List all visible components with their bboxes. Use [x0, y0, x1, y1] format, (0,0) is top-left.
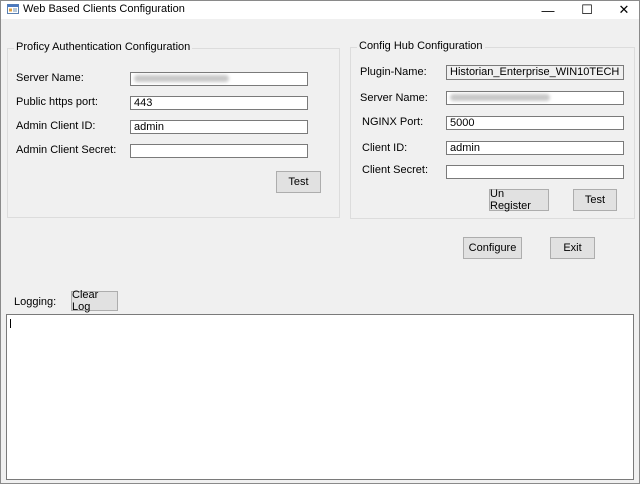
- logging-label: Logging:: [14, 296, 57, 308]
- admin-client-secret-input[interactable]: [130, 144, 308, 158]
- config-hub-group-title: Config Hub Configuration: [357, 40, 485, 52]
- text-caret: [10, 319, 11, 328]
- exit-button[interactable]: Exit: [550, 237, 595, 259]
- plugin-name-label: Plugin-Name:: [360, 66, 427, 78]
- title-bar[interactable]: Web Based Clients Configuration — ☐ ✕: [1, 1, 639, 19]
- configure-button[interactable]: Configure: [463, 237, 522, 259]
- main-window: Web Based Clients Configuration — ☐ ✕ Pr…: [0, 0, 640, 484]
- auth-test-button[interactable]: Test: [276, 171, 321, 193]
- https-port-input[interactable]: 443: [130, 96, 308, 110]
- server-name-redacted: [134, 75, 229, 82]
- log-textarea[interactable]: [6, 314, 634, 480]
- admin-client-id-label: Admin Client ID:: [16, 120, 96, 132]
- close-button[interactable]: ✕: [601, 1, 640, 19]
- hub-server-name-label: Server Name:: [360, 92, 428, 104]
- hub-client-secret-label: Client Secret:: [362, 164, 429, 176]
- hub-client-id-input[interactable]: admin: [446, 141, 624, 155]
- app-icon: [7, 3, 19, 15]
- hub-client-id-label: Client ID:: [362, 142, 408, 154]
- proficy-auth-group-title: Proficy Authentication Configuration: [14, 41, 193, 53]
- hub-test-button[interactable]: Test: [573, 189, 617, 211]
- nginx-port-input[interactable]: 5000: [446, 116, 624, 130]
- hub-client-secret-input[interactable]: [446, 165, 624, 179]
- admin-client-secret-label: Admin Client Secret:: [16, 144, 117, 156]
- hub-server-name-redacted: [450, 94, 550, 101]
- server-name-input[interactable]: [130, 72, 308, 86]
- clear-log-button[interactable]: Clear Log: [71, 289, 118, 313]
- close-icon: ✕: [618, 2, 630, 17]
- window-title: Web Based Clients Configuration: [23, 3, 185, 15]
- server-name-label: Server Name:: [16, 72, 84, 84]
- minimize-icon: —: [541, 2, 555, 18]
- plugin-name-field: Historian_Enterprise_WIN10TECH: [446, 65, 624, 80]
- https-port-label: Public https port:: [16, 96, 98, 108]
- unregister-button[interactable]: Un Register: [489, 188, 549, 212]
- nginx-port-label: NGINX Port:: [362, 116, 424, 128]
- maximize-icon: ☐: [581, 2, 593, 17]
- hub-server-name-input[interactable]: [446, 91, 624, 105]
- admin-client-id-input[interactable]: admin: [130, 120, 308, 134]
